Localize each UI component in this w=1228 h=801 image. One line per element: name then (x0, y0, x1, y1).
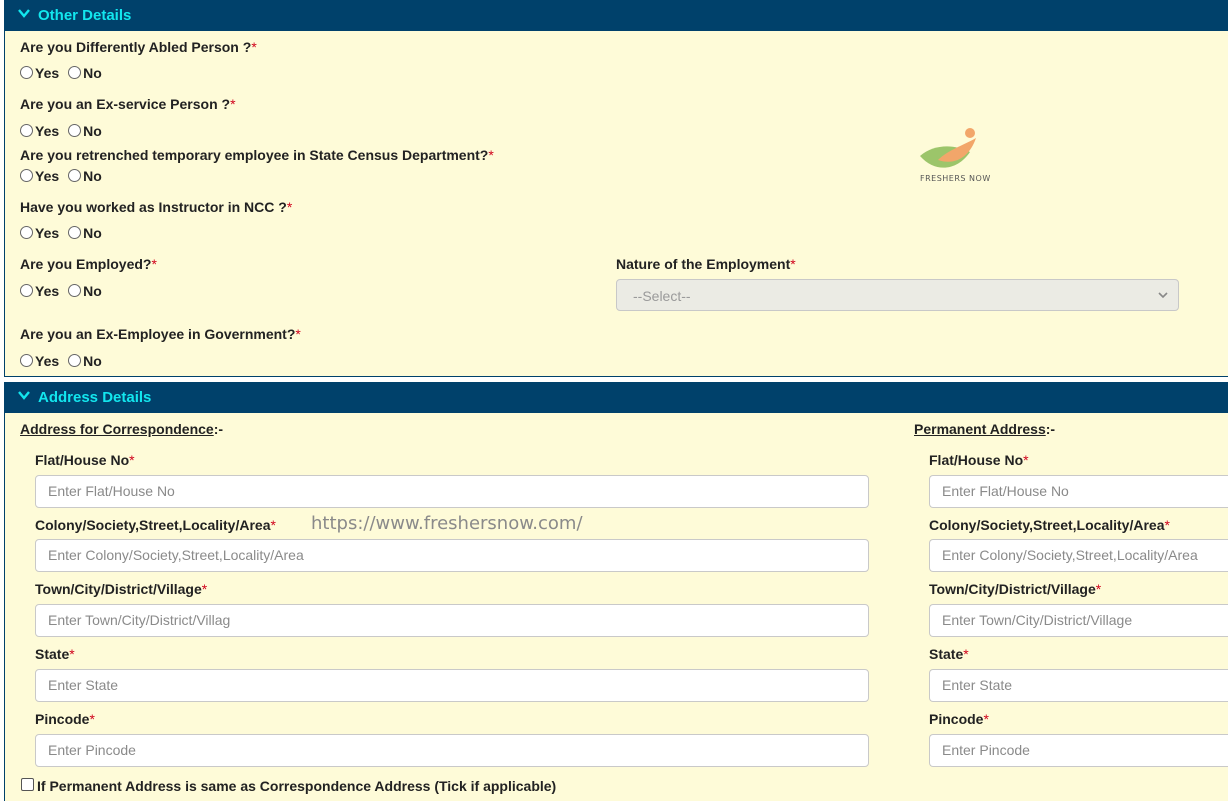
radio-no[interactable] (68, 354, 82, 367)
same-address-label: If Permanent Address is same as Correspo… (37, 778, 557, 794)
watermark-url: https://www.freshersnow.com/ (311, 513, 583, 534)
perm-colony-input[interactable]: Enter Colony/Society,Street,Locality/Are… (929, 539, 1228, 572)
perm-town-label: Town/City/District/Village* (929, 581, 1102, 597)
radio-group-ncc: Yes No (20, 225, 102, 241)
radio-yes[interactable] (20, 226, 33, 239)
select-value: --Select-- (633, 288, 691, 304)
other-details-panel: Other Details (4, 0, 1228, 377)
corr-state-input[interactable]: Enter State (35, 669, 869, 702)
perm-flat-label: Flat/House No* (929, 452, 1029, 468)
correspondence-heading: Address for Correspondence:- (20, 421, 224, 437)
radio-no[interactable] (68, 124, 82, 137)
radio-yes[interactable] (20, 124, 33, 137)
perm-flat-input[interactable]: Enter Flat/House No (929, 475, 1228, 508)
corr-state-label: State* (35, 646, 75, 662)
radio-group-ex-service: Yes No (20, 123, 102, 139)
perm-town-input[interactable]: Enter Town/City/District/Village (929, 604, 1228, 637)
radio-group-employed: Yes No (20, 283, 102, 299)
question-differently-abled: Are you Differently Abled Person ?* (20, 39, 257, 55)
label-nature-employment: Nature of the Employment* (616, 256, 796, 272)
corr-town-label: Town/City/District/Village* (35, 581, 208, 597)
chevron-down-icon (18, 391, 30, 400)
chevron-down-icon (18, 9, 30, 18)
radio-yes[interactable] (20, 66, 33, 79)
radio-group-census: Yes No (20, 168, 102, 184)
corr-colony-input[interactable]: Enter Colony/Society,Street,Locality/Are… (35, 539, 869, 572)
other-details-header[interactable]: Other Details (5, 0, 1228, 31)
perm-pincode-input[interactable]: Enter Pincode (929, 734, 1228, 767)
perm-pincode-label: Pincode* (929, 711, 989, 727)
question-ncc: Have you worked as Instructor in NCC ?* (20, 199, 293, 215)
chevron-down-icon (1158, 292, 1168, 299)
question-ex-employee: Are you an Ex-Employee in Government?* (20, 326, 301, 342)
permanent-heading: Permanent Address:- (914, 421, 1056, 437)
same-address-checkbox[interactable] (21, 778, 34, 791)
perm-state-input[interactable]: Enter State (929, 669, 1228, 702)
question-employed: Are you Employed?* (20, 256, 157, 272)
corr-town-input[interactable]: Enter Town/City/District/Villag (35, 604, 869, 637)
radio-group-differently-abled: Yes No (20, 65, 102, 81)
address-details-title: Address Details (38, 389, 152, 406)
radio-yes[interactable] (20, 284, 33, 297)
corr-flat-input[interactable]: Enter Flat/House No (35, 475, 869, 508)
corr-colony-label: Colony/Society,Street,Locality/Area* (35, 517, 276, 533)
question-census: Are you retrenched temporary employee in… (20, 147, 494, 163)
other-details-title: Other Details (38, 7, 132, 24)
radio-no[interactable] (68, 226, 82, 239)
perm-state-label: State* (929, 646, 969, 662)
radio-yes[interactable] (20, 169, 33, 182)
radio-no[interactable] (68, 66, 82, 79)
perm-colony-label: Colony/Society,Street,Locality/Area* (929, 517, 1170, 533)
corr-pincode-label: Pincode* (35, 711, 95, 727)
radio-group-ex-employee: Yes No (20, 353, 102, 369)
nature-employment-select[interactable]: --Select-- (616, 279, 1179, 311)
corr-pincode-input[interactable]: Enter Pincode (35, 734, 869, 767)
radio-no[interactable] (68, 169, 82, 182)
radio-yes[interactable] (20, 354, 33, 367)
logo-text: FRESHERS NOW (920, 174, 991, 183)
question-ex-service: Are you an Ex-service Person ?* (20, 96, 236, 112)
corr-flat-label: Flat/House No* (35, 452, 135, 468)
radio-no[interactable] (68, 284, 82, 297)
address-details-header[interactable]: Address Details (5, 382, 1228, 413)
